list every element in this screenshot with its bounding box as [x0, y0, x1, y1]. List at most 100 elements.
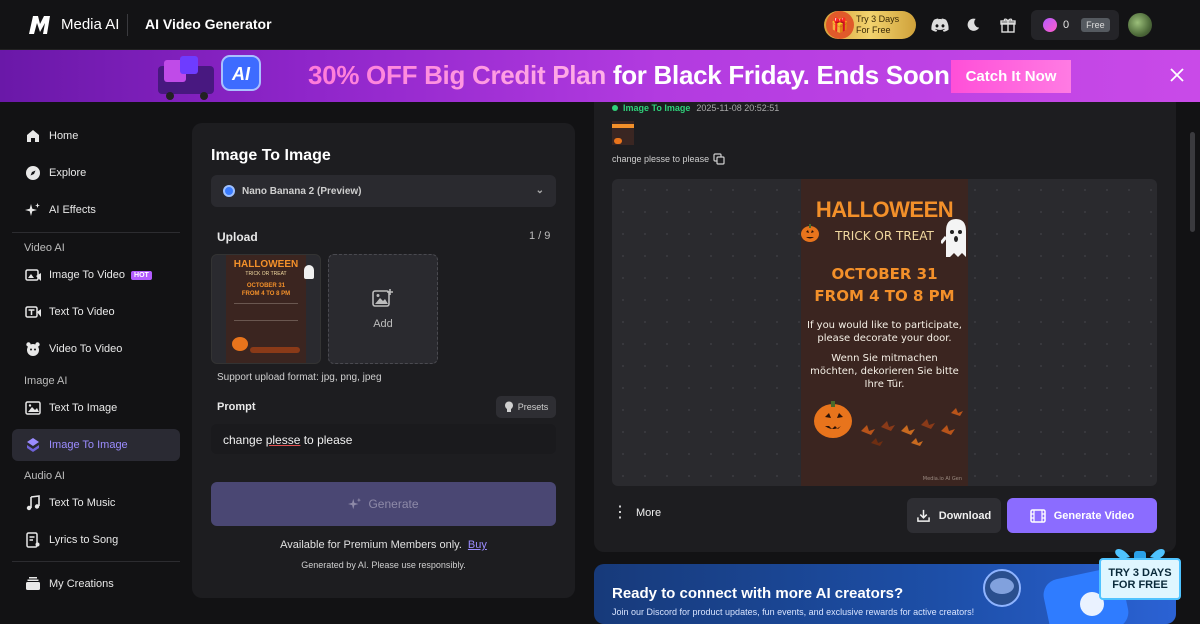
sidebar-item-text-to-video[interactable]: Text To Video	[12, 296, 180, 328]
brand-name[interactable]: Media AI	[61, 16, 119, 33]
promo-line-2: FOR FREE	[1112, 579, 1168, 591]
mini-title-bar	[612, 124, 634, 128]
model-select[interactable]: Nano Banana 2 (Preview) ⌄	[211, 175, 556, 207]
sidebar-item-ai-effects[interactable]: AI Effects	[12, 194, 180, 226]
thumb-text-lines	[234, 303, 298, 321]
buy-link[interactable]: Buy	[468, 539, 487, 551]
catch-it-now-button[interactable]: Catch It Now	[951, 60, 1071, 93]
prompt-label: Prompt	[217, 401, 256, 413]
music-note-icon	[24, 494, 42, 512]
more-label: More	[636, 507, 662, 519]
presets-button[interactable]: Presets	[496, 396, 556, 418]
section-video-ai: Video AI	[24, 242, 65, 254]
ghost-icon	[941, 219, 966, 257]
ai-badge-text: AI	[231, 64, 251, 84]
lightbulb-icon	[504, 401, 513, 412]
user-avatar[interactable]	[1128, 13, 1152, 37]
credits-display[interactable]: 0 Free	[1031, 10, 1119, 40]
source-image-thumbnail[interactable]	[612, 121, 634, 145]
sparkle-icon	[24, 201, 42, 219]
add-image-icon	[372, 289, 393, 307]
face-video-icon	[24, 340, 42, 358]
poster-watermark: Media.io AI Gen	[922, 476, 962, 482]
gift-box-icon[interactable]	[996, 13, 1020, 37]
discord-card-subtitle: Join our Discord for product updates, fu…	[612, 607, 975, 617]
prompt-input[interactable]: change plesse to please	[211, 424, 556, 454]
lyrics-sheet-icon	[24, 531, 42, 549]
discord-icon[interactable]	[928, 13, 952, 37]
poster-english-text: If you would like to participate, please…	[807, 320, 962, 344]
hot-badge: HOT	[131, 270, 152, 280]
sidebar-item-lyrics-to-song[interactable]: Lyrics to Song	[12, 524, 180, 556]
shopping-cart-ai-illustration: AI	[150, 52, 270, 102]
sidebar: Home Explore AI Effects Video AI Image T…	[0, 102, 192, 617]
close-icon[interactable]	[1170, 68, 1186, 84]
image-video-icon	[24, 266, 42, 284]
promo-line-1: TRY 3 DAYS	[1108, 567, 1172, 579]
dark-mode-moon-icon[interactable]	[961, 13, 985, 37]
trial-line-1: Try 3 Days	[856, 14, 900, 24]
home-icon	[24, 127, 42, 145]
sidebar-divider	[12, 232, 180, 233]
sidebar-item-home[interactable]: Home	[12, 120, 180, 152]
promo-text: TRY 3 DAYS FOR FREE	[1100, 567, 1180, 591]
result-image-canvas[interactable]: HALLOWEEN TRICK OR TREAT OCTOBER 31 FROM…	[612, 179, 1157, 486]
sidebar-item-explore[interactable]: Explore	[12, 157, 180, 189]
sidebar-item-video-to-video[interactable]: Video To Video	[12, 333, 180, 365]
generate-video-button[interactable]: Generate Video	[1007, 498, 1157, 533]
prompt-text-before: change	[223, 433, 266, 447]
model-name: Nano Banana 2 (Preview)	[242, 185, 362, 197]
sidebar-item-label: Image To Video	[49, 269, 126, 281]
stack-icon	[24, 575, 42, 593]
sidebar-item-image-to-image[interactable]: Image To Image	[12, 429, 180, 461]
banner-headline: 30% OFF Big Credit Plan for Black Friday…	[308, 60, 957, 91]
status-dot	[612, 105, 618, 111]
credit-coin-icon	[1043, 18, 1057, 32]
gift-icon: 🎁	[826, 11, 854, 39]
mini-pumpkin-icon	[614, 138, 622, 144]
sidebar-item-label: Explore	[49, 167, 87, 179]
sidebar-item-label: Video To Video	[49, 343, 123, 355]
download-button[interactable]: Download	[907, 498, 1001, 533]
result-card: Image To Image 2025-11-08 20:52:51 chang…	[594, 102, 1176, 552]
tool-title[interactable]: AI Video Generator	[145, 16, 272, 32]
result-timestamp: 2025-11-08 20:52:51	[696, 103, 780, 113]
banner-highlight: 30% OFF Big Credit Plan	[308, 60, 606, 90]
vertical-dots-icon: ⋮	[612, 504, 628, 521]
sidebar-item-my-creations[interactable]: My Creations	[12, 568, 180, 600]
thumb-title: HALLOWEEN	[233, 259, 299, 270]
plan-badge: Free	[1081, 18, 1110, 32]
free-trial-button[interactable]: 🎁 Try 3 Days For Free	[824, 11, 916, 39]
text-video-icon	[24, 303, 42, 321]
sidebar-item-label: My Creations	[49, 578, 114, 590]
download-icon	[916, 509, 930, 522]
sidebar-item-label: Text To Music	[49, 497, 116, 509]
premium-text: Available for Premium Members only.	[280, 539, 462, 551]
try-free-floating-promo[interactable]: TRY 3 DAYS FOR FREE	[1098, 539, 1182, 609]
poster-date: OCTOBER 31 FROM 4 TO 8 PM	[801, 263, 968, 307]
discord-community-card[interactable]: Ready to connect with more AI creators? …	[594, 564, 1176, 624]
prompt-misspelled-word: plesse	[265, 433, 301, 447]
promo-banner[interactable]: AI 30% OFF Big Credit Plan for Black Fri…	[0, 50, 1200, 102]
uploaded-image-thumbnail[interactable]: HALLOWEEN TRICK OR TREAT OCTOBER 31 FROM…	[211, 254, 321, 364]
copy-icon[interactable]	[713, 153, 725, 165]
presets-label: Presets	[517, 402, 549, 412]
sidebar-item-label: Text To Image	[49, 402, 118, 414]
section-audio-ai: Audio AI	[24, 470, 65, 482]
premium-note: Available for Premium Members only. Buy	[192, 539, 575, 551]
thumbnail-poster: HALLOWEEN TRICK OR TREAT OCTOBER 31 FROM…	[226, 255, 314, 363]
result-type: Image To Image	[623, 103, 691, 113]
sidebar-item-label: Lyrics to Song	[49, 534, 119, 546]
trial-line-2: For Free	[856, 25, 891, 35]
page-scrollbar[interactable]	[1190, 132, 1195, 232]
sidebar-item-text-to-image[interactable]: Text To Image	[12, 392, 180, 424]
sidebar-item-image-to-video[interactable]: Image To Video HOT	[12, 259, 180, 291]
sidebar-item-label: Image To Image	[49, 439, 128, 451]
media-ai-logo-icon[interactable]	[28, 14, 52, 36]
generated-poster-image: HALLOWEEN TRICK OR TREAT OCTOBER 31 FROM…	[801, 179, 968, 486]
more-menu-button[interactable]: ⋮ More	[612, 504, 662, 521]
generate-button[interactable]: Generate	[211, 482, 556, 526]
top-bar: Media AI AI Video Generator 🎁 Try 3 Days…	[0, 0, 1200, 50]
sidebar-item-text-to-music[interactable]: Text To Music	[12, 487, 180, 519]
add-image-button[interactable]: Add	[328, 254, 438, 364]
